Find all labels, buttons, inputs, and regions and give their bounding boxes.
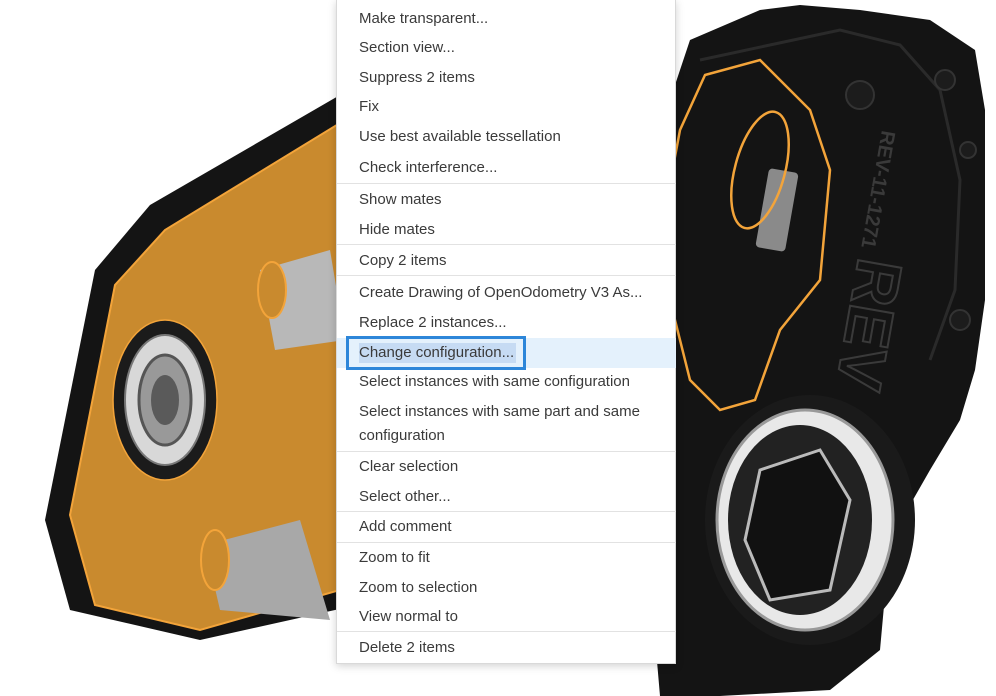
context-menu: Make transparent... Section view... Supp…: [336, 0, 676, 664]
menu-item-fix[interactable]: Fix: [337, 95, 676, 119]
menu-item-label: Select instances with same part and same…: [359, 403, 640, 444]
menu-item-zoom-to-selection[interactable]: Zoom to selection: [337, 576, 676, 600]
menu-item-label: Section view...: [359, 39, 455, 56]
menu-separator: [337, 631, 676, 632]
menu-item-label: Add comment: [359, 518, 452, 535]
menu-item-label: Use best available tessellation: [359, 128, 561, 145]
menu-item-label: Show mates: [359, 191, 442, 208]
menu-item-add-comment[interactable]: Add comment: [337, 515, 676, 539]
menu-item-show-mates[interactable]: Show mates: [337, 188, 676, 212]
menu-item-suppress[interactable]: Suppress 2 items: [337, 66, 676, 90]
menu-item-label: Zoom to selection: [359, 579, 478, 596]
menu-item-replace-instances[interactable]: Replace 2 instances...: [337, 311, 676, 335]
menu-item-delete[interactable]: Delete 2 items: [337, 636, 676, 660]
menu-item-select-other[interactable]: Select other...: [337, 485, 676, 509]
menu-item-hide-mates[interactable]: Hide mates: [337, 218, 676, 242]
menu-item-tessellation[interactable]: Use best available tessellation: [337, 125, 676, 149]
menu-item-label: Clear selection: [359, 458, 459, 475]
menu-item-copy[interactable]: Copy 2 items: [337, 249, 676, 273]
focused-menu-item-change-configuration[interactable]: Change configuration...: [346, 336, 526, 370]
menu-item-view-normal[interactable]: View normal to: [337, 605, 676, 629]
menu-item-label: Select instances with same configuration: [359, 373, 630, 390]
menu-item-label: Check interference...: [359, 159, 498, 176]
menu-item-zoom-to-fit[interactable]: Zoom to fit: [337, 546, 676, 570]
menu-item-make-transparent[interactable]: Make transparent...: [337, 7, 676, 31]
menu-item-clear-selection[interactable]: Clear selection: [337, 455, 676, 479]
menu-item-label: View normal to: [359, 608, 458, 625]
menu-separator: [337, 542, 676, 543]
menu-item-section-view[interactable]: Section view...: [337, 36, 676, 60]
menu-item-label: Create Drawing of OpenOdometry V3 As...: [359, 284, 643, 301]
menu-item-select-same-part-config[interactable]: Select instances with same part and same…: [337, 400, 676, 448]
menu-item-label: Suppress 2 items: [359, 69, 475, 86]
menu-item-label: Make transparent...: [359, 10, 489, 27]
menu-separator: [337, 275, 676, 276]
menu-item-check-interference[interactable]: Check interference...: [337, 156, 676, 180]
menu-item-select-same-config[interactable]: Select instances with same configuration: [337, 370, 676, 394]
menu-item-label: Change configuration...: [359, 343, 517, 363]
menu-item-label: Fix: [359, 98, 379, 115]
menu-item-label: Copy 2 items: [359, 252, 447, 269]
menu-item-label: Delete 2 items: [359, 639, 455, 656]
menu-item-label: Replace 2 instances...: [359, 314, 507, 331]
menu-item-label: Hide mates: [359, 221, 435, 238]
menu-item-label: Select other...: [359, 488, 451, 505]
menu-item-create-drawing[interactable]: Create Drawing of OpenOdometry V3 As...: [337, 281, 676, 305]
menu-separator: [337, 451, 676, 452]
menu-separator: [337, 511, 676, 512]
menu-separator: [337, 183, 676, 184]
menu-item-label: Zoom to fit: [359, 549, 430, 566]
menu-separator: [337, 244, 676, 245]
